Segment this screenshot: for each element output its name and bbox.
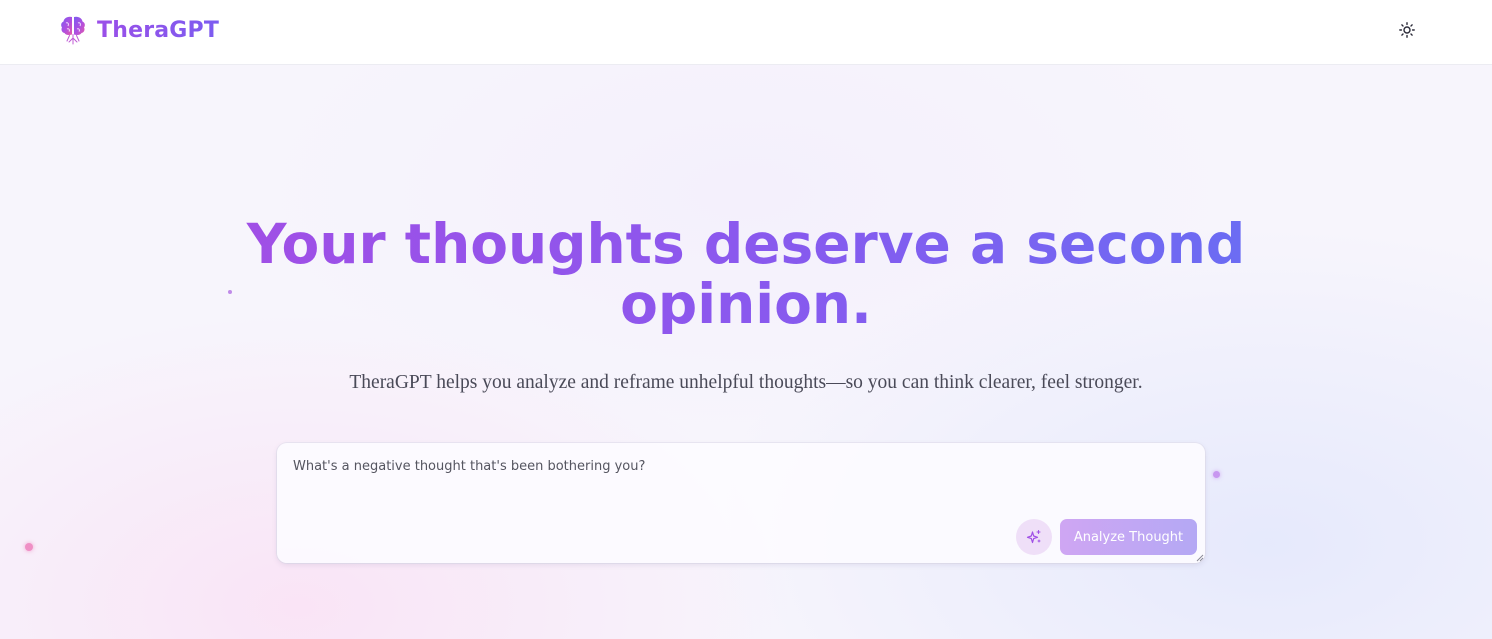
hero-title: Your thoughts deserve a second opinion. (246, 212, 1246, 336)
sparkles-icon (1026, 529, 1041, 544)
theme-toggle-button[interactable] (1393, 16, 1421, 44)
sun-icon (1399, 22, 1415, 38)
hero-subtitle: TheraGPT helps you analyze and reframe u… (349, 372, 1143, 393)
decorative-dot (1213, 471, 1220, 478)
thought-input-card: Analyze Thought (277, 443, 1205, 563)
decorative-dot (25, 543, 33, 551)
analyze-thought-button[interactable]: Analyze Thought (1060, 519, 1197, 555)
thought-input[interactable] (293, 459, 993, 474)
brand[interactable]: TheraGPT (59, 14, 219, 46)
sparkle-button[interactable] (1016, 519, 1052, 555)
brand-name: TheraGPT (97, 17, 220, 43)
brain-icon (61, 16, 85, 45)
top-navbar: TheraGPT (0, 0, 1492, 65)
resize-handle-icon[interactable] (1195, 553, 1204, 562)
decorative-dot (228, 290, 232, 294)
